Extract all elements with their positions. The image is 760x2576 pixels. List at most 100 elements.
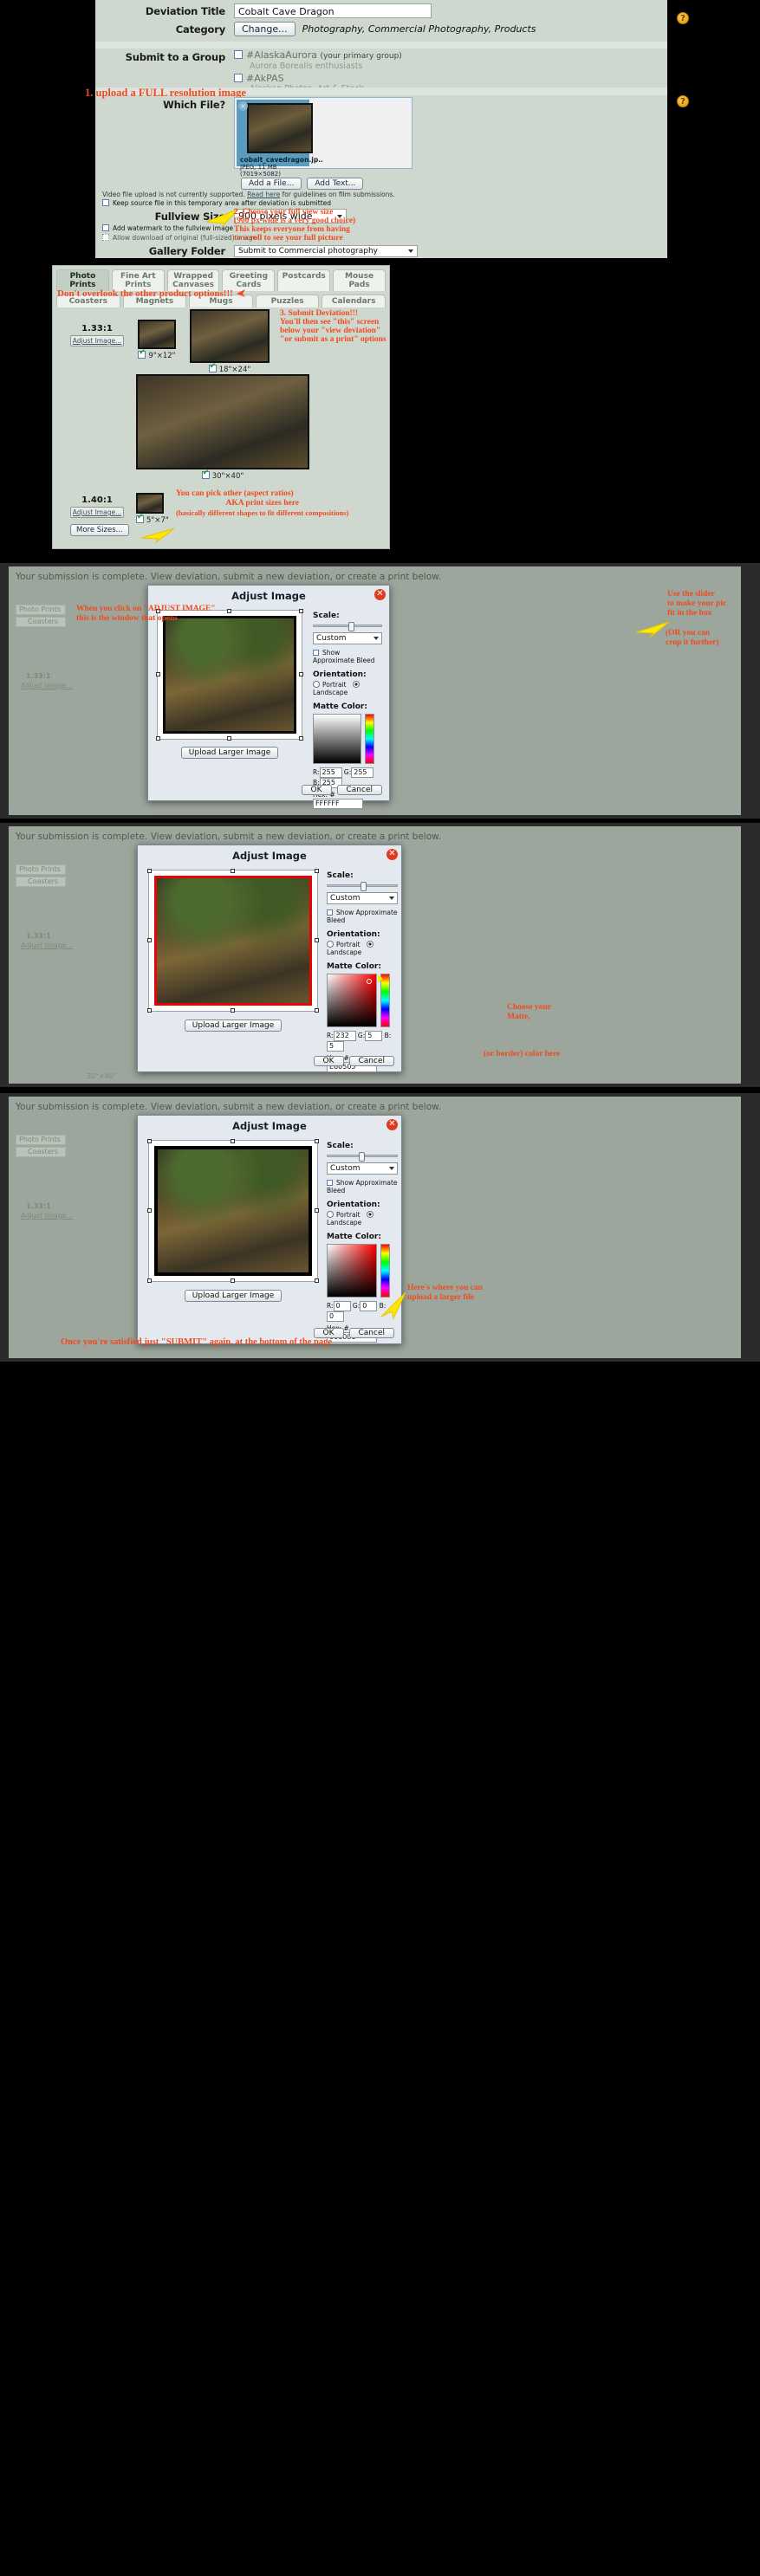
close-icon-2[interactable]: ✕: [386, 849, 398, 860]
crop-handle-mr-3[interactable]: [315, 1208, 319, 1213]
b-input-2[interactable]: 5: [327, 1041, 344, 1052]
scale-slider-2[interactable]: [327, 882, 398, 891]
adjust-image-link-140[interactable]: Adjust Image...: [71, 508, 123, 516]
keep-source-checkbox[interactable]: [102, 199, 109, 206]
ok-button-2[interactable]: OK: [313, 1056, 344, 1066]
r-input-3[interactable]: 0: [333, 1301, 351, 1311]
video-note-link[interactable]: Read here: [247, 191, 280, 198]
help-icon-file[interactable]: ?: [677, 95, 689, 107]
crop-handle-tc-3[interactable]: [231, 1139, 235, 1143]
matte-hue-bar-1[interactable]: [365, 714, 374, 764]
preview-photo-2[interactable]: [154, 876, 312, 1006]
checkbox-9x12[interactable]: [138, 348, 146, 359]
tab-mouse-pads[interactable]: Mouse Pads: [333, 269, 386, 291]
size-30x40-row[interactable]: 30"×40": [136, 469, 309, 481]
ok-button-1[interactable]: OK: [301, 785, 332, 795]
scale-slider-thumb-3[interactable]: [359, 1152, 365, 1162]
matte-hue-bar-2[interactable]: [378, 974, 390, 1027]
cancel-button-3[interactable]: Cancel: [348, 1328, 394, 1338]
size-18x24-row[interactable]: 18"×24": [190, 362, 270, 374]
crop-handle-tr-3[interactable]: [315, 1139, 319, 1143]
scale-slider-thumb-1[interactable]: [348, 622, 354, 631]
radio-landscape-3[interactable]: [366, 1211, 374, 1218]
crop-handle-mr-1[interactable]: [299, 672, 303, 676]
radio-landscape-1[interactable]: [352, 681, 360, 688]
crop-handle-ml-1[interactable]: [156, 672, 160, 676]
preview-photo-1[interactable]: [163, 616, 296, 734]
crop-handle-bl-3[interactable]: [147, 1278, 152, 1283]
radio-portrait-3[interactable]: [327, 1211, 334, 1218]
bleed-row-1[interactable]: Show Approximate Bleed: [313, 649, 382, 664]
thumb-5x7[interactable]: [136, 493, 164, 514]
group-checkbox-akpas[interactable]: [234, 74, 243, 82]
watermark-checkbox[interactable]: [102, 224, 109, 231]
preset-select-2[interactable]: Custom: [327, 892, 398, 904]
preset-select-3[interactable]: Custom: [327, 1162, 398, 1175]
bleed-row-2[interactable]: Show Approximate Bleed: [327, 909, 398, 924]
crop-handle-tl-3[interactable]: [147, 1139, 152, 1143]
radio-portrait-1[interactable]: [313, 681, 320, 688]
crop-handle-tc-1[interactable]: [227, 609, 231, 613]
crop-handle-bl-2[interactable]: [147, 1008, 152, 1013]
preset-select-1[interactable]: Custom: [313, 632, 382, 644]
upload-larger-button-2[interactable]: Upload Larger Image: [184, 1019, 283, 1032]
preview-photo-3[interactable]: [154, 1146, 312, 1276]
crop-handle-ml-2[interactable]: [147, 938, 152, 942]
matte-gradient-1[interactable]: [313, 714, 361, 764]
tab-calendars[interactable]: Calendars: [322, 294, 386, 307]
tab-postcards[interactable]: Postcards: [277, 269, 331, 291]
g-input-1[interactable]: 255: [351, 767, 374, 778]
hex-input-1[interactable]: FFFFFF: [313, 799, 363, 809]
close-icon-3[interactable]: ✕: [386, 1119, 398, 1130]
scale-slider-1[interactable]: [313, 622, 382, 631]
checkbox-5x7[interactable]: [136, 513, 144, 523]
scale-slider-thumb-2[interactable]: [361, 882, 367, 891]
matte-gradient-2[interactable]: [327, 974, 377, 1027]
g-input-2[interactable]: 5: [365, 1031, 383, 1041]
close-icon-1[interactable]: ✕: [374, 589, 386, 600]
thumb-9x12[interactable]: [138, 320, 176, 349]
radio-landscape-2[interactable]: [366, 941, 374, 948]
crop-handle-bc-2[interactable]: [231, 1008, 235, 1013]
download-checkbox[interactable]: [102, 234, 109, 241]
bleed-checkbox-3[interactable]: [327, 1180, 333, 1186]
remove-file-icon[interactable]: ×: [238, 101, 248, 111]
upload-larger-button-1[interactable]: Upload Larger Image: [180, 747, 279, 759]
crop-handle-tr-1[interactable]: [299, 609, 303, 613]
add-file-button[interactable]: Add a File...: [241, 178, 302, 190]
crop-handle-bc-1[interactable]: [227, 736, 231, 741]
crop-handle-tl-2[interactable]: [147, 869, 152, 873]
crop-handle-ml-3[interactable]: [147, 1208, 152, 1213]
crop-handle-bl-1[interactable]: [156, 736, 160, 741]
crop-handle-br-1[interactable]: [299, 736, 303, 741]
cancel-button-2[interactable]: Cancel: [348, 1056, 394, 1066]
tab-puzzles[interactable]: Puzzles: [255, 294, 320, 307]
deviation-title-input[interactable]: Cobalt Cave Dragon: [234, 3, 432, 18]
size-5x7-row[interactable]: 5"×7": [136, 513, 169, 525]
bleed-checkbox-2[interactable]: [327, 909, 333, 916]
checkbox-18x24[interactable]: [208, 362, 217, 372]
file-drop-area[interactable]: × cobalt_cavedragon.jp.. JPEG, 11 MB (70…: [234, 97, 412, 178]
crop-handle-tr-2[interactable]: [315, 869, 319, 873]
thumb-18x24[interactable]: [190, 309, 270, 363]
crop-canvas-1[interactable]: [156, 609, 303, 741]
crop-handle-br-2[interactable]: [315, 1008, 319, 1013]
cancel-button-1[interactable]: Cancel: [336, 785, 382, 795]
r-input-1[interactable]: 255: [319, 767, 342, 778]
crop-handle-tc-2[interactable]: [231, 869, 235, 873]
crop-canvas-3[interactable]: [147, 1139, 319, 1283]
group-checkbox-alaskaaurora[interactable]: [234, 50, 243, 59]
crop-canvas-2[interactable]: [147, 869, 319, 1013]
add-text-button[interactable]: Add Text...: [307, 178, 364, 190]
r-input-2[interactable]: 232: [333, 1031, 356, 1041]
gallery-folder-select[interactable]: Submit to Commercial photography: [234, 245, 418, 257]
scale-slider-3[interactable]: [327, 1152, 398, 1162]
upload-larger-button-3[interactable]: Upload Larger Image: [184, 1290, 283, 1302]
matte-gradient-3[interactable]: [327, 1244, 377, 1298]
thumb-30x40[interactable]: [136, 374, 309, 469]
help-icon-top[interactable]: ?: [677, 12, 689, 24]
crop-handle-br-3[interactable]: [315, 1278, 319, 1283]
crop-handle-mr-2[interactable]: [315, 938, 319, 942]
checkbox-30x40[interactable]: [201, 469, 210, 479]
size-9x12-row[interactable]: 9"×12": [138, 348, 176, 360]
